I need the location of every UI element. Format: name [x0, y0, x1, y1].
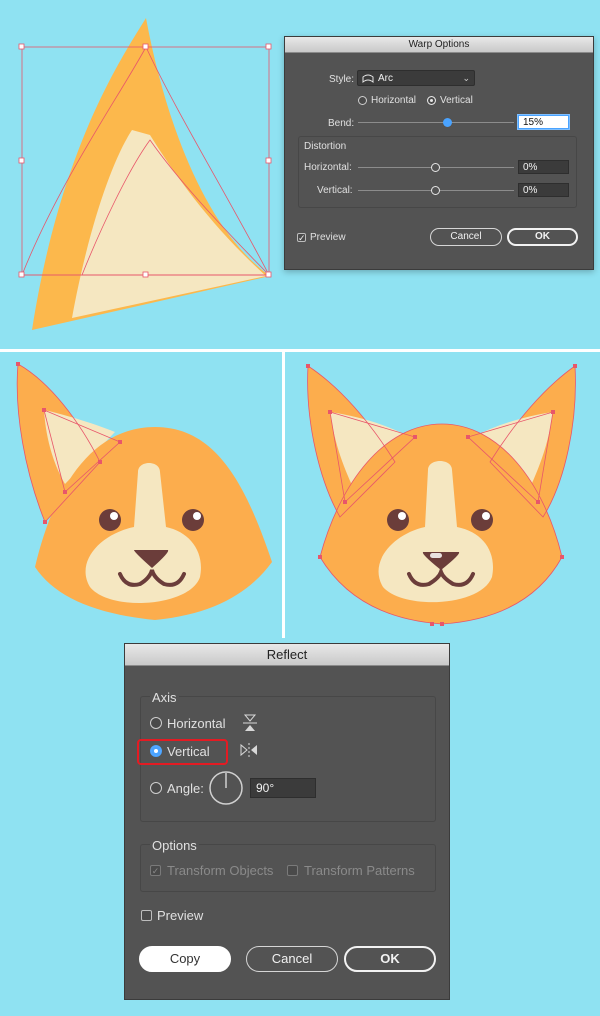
reflect-dialog-title: Reflect: [125, 644, 449, 666]
horizontal-distortion-label: Horizontal:: [304, 162, 352, 173]
options-title: Options: [150, 838, 199, 853]
horizontal-slider-knob[interactable]: [431, 163, 440, 172]
ok-button[interactable]: OK: [344, 946, 436, 972]
vertical-radio-label: Vertical: [167, 744, 210, 759]
horizontal-radio[interactable]: [358, 96, 367, 105]
angle-dial-icon[interactable]: [208, 770, 244, 806]
axis-title: Axis: [150, 690, 179, 705]
ok-button[interactable]: OK: [507, 228, 578, 246]
vertical-slider-knob[interactable]: [431, 186, 440, 195]
preview-label: Preview: [310, 232, 346, 243]
vertical-radio[interactable]: [150, 745, 162, 757]
left-eye: [387, 509, 409, 531]
copy-button[interactable]: Copy: [139, 946, 231, 972]
horizontal-distortion-input[interactable]: 0%: [518, 160, 569, 174]
bend-slider-track[interactable]: [358, 122, 514, 123]
warp-dialog-title: Warp Options: [285, 37, 593, 53]
bend-slider-knob[interactable]: [443, 118, 452, 127]
corgi-one-ear-artwork: [16, 362, 272, 620]
right-eye: [182, 509, 204, 531]
angle-radio-label: Angle:: [167, 781, 204, 796]
left-eye-shine: [110, 512, 118, 520]
right-eye-shine: [193, 512, 201, 520]
vertical-distortion-label: Vertical:: [317, 185, 353, 196]
right-eye: [471, 509, 493, 531]
preview-checkbox[interactable]: [141, 910, 152, 921]
bend-input[interactable]: 15%: [518, 115, 569, 129]
cancel-button[interactable]: Cancel: [430, 228, 502, 246]
style-select[interactable]: Arc ⌄: [357, 70, 475, 86]
preview-label: Preview: [157, 908, 204, 923]
angle-input[interactable]: 90°: [250, 778, 316, 798]
vertical-distortion-input[interactable]: 0%: [518, 183, 569, 197]
corgi-two-ears-artwork: [306, 364, 577, 626]
reflect-horizontal-icon: [243, 714, 257, 731]
warp-options-dialog: Warp Options Style: Arc ⌄ Horizontal Ver…: [284, 36, 594, 270]
bend-label: Bend:: [328, 118, 355, 129]
angle-radio[interactable]: [150, 782, 162, 794]
horizontal-radio[interactable]: [150, 717, 162, 729]
reflect-dialog: Reflect Axis Horizontal Vertical Angle: …: [124, 643, 450, 1000]
transform-objects-label: Transform Objects: [167, 863, 274, 878]
transform-patterns-checkbox[interactable]: [287, 865, 298, 876]
style-value: Arc: [378, 72, 393, 84]
horizontal-radio-label: Horizontal: [371, 95, 417, 106]
chevron-down-icon: ⌄: [462, 72, 470, 83]
distortion-title: Distortion: [304, 141, 347, 152]
vertical-radio[interactable]: [427, 96, 436, 105]
cancel-button[interactable]: Cancel: [246, 946, 338, 972]
style-label: Style:: [329, 74, 355, 85]
horizontal-radio-label: Horizontal: [167, 716, 226, 731]
left-eye-shine: [398, 512, 406, 520]
arc-shape-icon: [362, 74, 374, 83]
left-eye: [99, 509, 121, 531]
preview-checkbox[interactable]: ✓: [297, 233, 306, 243]
transform-patterns-label: Transform Patterns: [304, 863, 415, 878]
transform-objects-checkbox[interactable]: ✓: [150, 865, 161, 876]
reflect-vertical-icon: [240, 743, 257, 757]
nose-shine: [430, 553, 442, 558]
vertical-radio-label: Vertical: [440, 95, 473, 106]
warped-ear-artwork: [18, 18, 272, 330]
right-eye-shine: [482, 512, 490, 520]
